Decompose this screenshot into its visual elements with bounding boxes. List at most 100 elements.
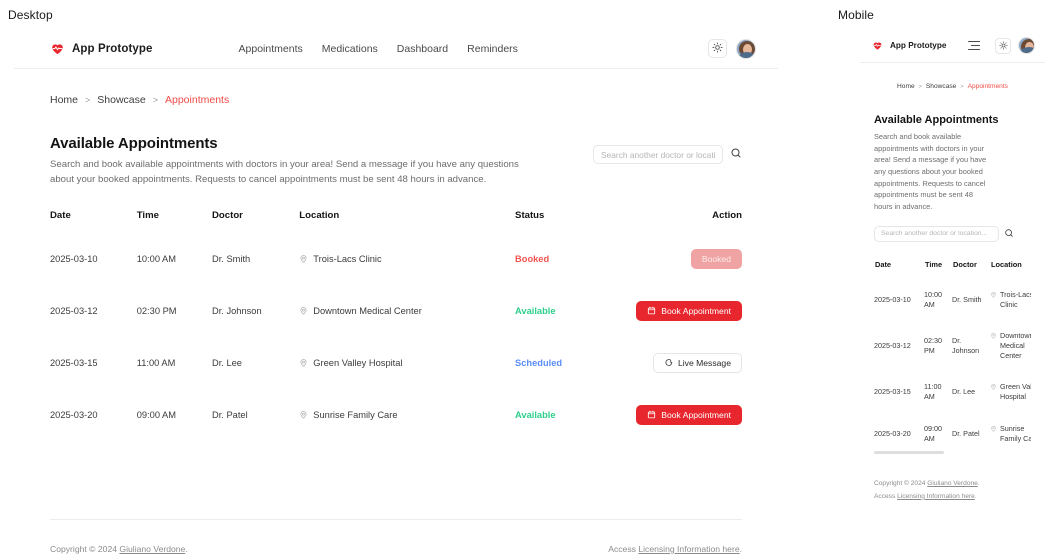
page-heading-row: Available Appointments Search and book a…	[50, 135, 742, 188]
table-row: 2025-03-20 09:00 AM Dr. Patel Sunrise Fa…	[50, 389, 742, 441]
theme-toggle-button[interactable]	[708, 39, 727, 58]
brand-name: App Prototype	[72, 42, 153, 55]
cell-status: Scheduled	[515, 337, 636, 389]
desktop-footer: Copyright © 2024 Giuliano Verdone. Acces…	[50, 544, 742, 554]
mobile-brand-logo[interactable]: App Prototype	[872, 40, 946, 51]
desktop-body: Home > Showcase > Appointments Available…	[14, 94, 778, 554]
nav-item-appointments[interactable]: Appointments	[239, 43, 303, 55]
breadcrumb: Home > Showcase > Appointments	[50, 94, 742, 106]
cell-action: Live Message	[636, 337, 742, 389]
footer-copyright-prefix: Copyright © 2024	[874, 480, 928, 488]
status-badge: Booked	[515, 253, 550, 264]
location-text: Downtown Medical Center	[1000, 331, 1031, 360]
book-appointment-label: Book Appointment	[661, 305, 731, 316]
booked-button[interactable]: Booked	[690, 248, 742, 269]
cell-doctor: Dr. Lee	[952, 387, 976, 397]
desktop-header: App Prototype Appointments Medications D…	[14, 29, 778, 69]
cell-status: Booked	[515, 233, 636, 285]
cell-time: 09:00 AM	[924, 423, 942, 443]
mobile-search-area	[874, 225, 1031, 243]
column-header-date: Date	[50, 209, 71, 221]
breadcrumb-item-showcase[interactable]: Showcase	[97, 94, 145, 106]
cell-date: 2025-03-20	[874, 428, 911, 438]
cell-location: Trois-Lacs Clinic	[990, 279, 1031, 320]
nav-item-dashboard[interactable]: Dashboard	[397, 43, 448, 55]
mobile-table-scroll-container[interactable]: Date Time Doctor Location 2025-03-10 10:…	[874, 259, 1031, 455]
nav-item-medications[interactable]: Medications	[322, 43, 378, 55]
status-badge: Available	[515, 409, 556, 420]
live-message-button[interactable]: Live Message	[652, 352, 742, 373]
cell-location: Trois-Lacs Clinic	[299, 233, 515, 285]
mobile-brand-name: App Prototype	[890, 41, 947, 50]
live-message-label: Live Message	[677, 357, 731, 368]
map-pin-icon	[299, 410, 308, 419]
cell-date: 2025-03-15	[874, 387, 911, 397]
footer-license-link[interactable]: Licensing Information here	[638, 544, 739, 554]
cell-doctor: Dr. Patel	[212, 409, 248, 420]
search-input[interactable]	[874, 225, 999, 242]
map-pin-icon	[299, 306, 308, 315]
column-header-doctor: Doctor	[212, 209, 243, 221]
table-body: 2025-03-10 10:00 AM Dr. Smith Trois-Lacs…	[874, 279, 1031, 454]
book-appointment-button[interactable]: Book Appointment	[636, 300, 742, 321]
breadcrumb-item-appointments[interactable]: Appointments	[165, 94, 229, 106]
hamburger-menu-icon[interactable]	[968, 41, 981, 50]
book-appointment-button[interactable]: Book Appointment	[636, 404, 742, 425]
desktop-preview-panel: App Prototype Appointments Medications D…	[14, 29, 778, 554]
brand-logo[interactable]: App Prototype	[50, 41, 153, 56]
map-pin-icon	[990, 424, 997, 443]
nav-item-reminders[interactable]: Reminders	[467, 43, 518, 55]
avatar[interactable]	[1018, 37, 1035, 54]
heart-pulse-icon	[50, 41, 65, 56]
mobile-preview-panel: App Prototype Home > Showcase > Appointm…	[860, 29, 1045, 549]
footer-license-suffix: .	[974, 492, 977, 500]
cell-action: Book Appointment	[636, 389, 742, 441]
breadcrumb-separator: >	[960, 83, 964, 90]
breadcrumb-item-home[interactable]: Home	[897, 83, 915, 90]
breadcrumb-item-showcase[interactable]: Showcase	[926, 83, 956, 90]
breadcrumb-item-home[interactable]: Home	[50, 94, 78, 106]
primary-nav: Appointments Medications Dashboard Remin…	[239, 43, 518, 55]
cell-action: Book Appointment	[636, 285, 742, 337]
column-header-location: Location	[991, 259, 1022, 269]
heart-pulse-icon	[872, 40, 883, 51]
header-actions	[708, 38, 756, 59]
location-text: Green Valley Hospital	[1000, 382, 1031, 402]
avatar[interactable]	[736, 38, 756, 59]
search-icon[interactable]	[1004, 225, 1014, 243]
table-row: 2025-03-20 09:00 AM Dr. Patel Sunrise Fa…	[874, 413, 1031, 454]
breadcrumb-separator: >	[918, 83, 922, 90]
sun-icon	[712, 40, 723, 58]
screenshot-root: Desktop App Prototype Appointments Medic…	[0, 0, 1045, 560]
calendar-icon	[647, 410, 656, 419]
cell-location: Green Valley Hospital	[990, 371, 1031, 412]
footer-license-prefix: Access	[608, 544, 639, 554]
footer-divider	[50, 519, 742, 520]
location-text: Sunrise Family Care	[1000, 423, 1031, 443]
footer-author-link[interactable]: Giuliano Verdone	[927, 480, 978, 487]
search-input[interactable]	[593, 145, 723, 164]
cell-date: 2025-03-12	[874, 340, 911, 350]
cell-location: Sunrise Family Care	[990, 413, 1031, 454]
calendar-icon	[647, 306, 656, 315]
footer-license-link[interactable]: Licensing Information here	[897, 493, 975, 500]
mobile-header: App Prototype	[860, 29, 1045, 63]
horizontal-scrollbar[interactable]	[874, 451, 944, 455]
footer-license: Access Licensing Information here.	[874, 491, 1031, 504]
footer-author-link[interactable]: Giuliano Verdone	[119, 544, 185, 554]
map-pin-icon	[990, 331, 997, 360]
breadcrumb-item-appointments[interactable]: Appointments	[968, 83, 1008, 90]
breadcrumb-separator: >	[152, 95, 158, 105]
column-header-location: Location	[299, 209, 340, 221]
footer-license: Access Licensing Information here.	[608, 544, 742, 554]
cell-location: Downtown Medical Center	[990, 320, 1031, 371]
search-icon[interactable]	[730, 146, 742, 164]
cell-time: 09:00 AM	[136, 409, 176, 420]
cell-date: 2025-03-20	[50, 409, 98, 420]
table-row: 2025-03-12 02:30 PM Dr. Johnson Downtown…	[50, 285, 742, 337]
mobile-footer: Copyright © 2024 Giuliano Verdone. Acces…	[860, 478, 1045, 503]
sun-icon	[998, 37, 1008, 55]
theme-toggle-button[interactable]	[995, 37, 1011, 55]
cell-time: 11:00 AM	[924, 382, 942, 402]
page-description: Search and book available appointments w…	[50, 159, 519, 185]
